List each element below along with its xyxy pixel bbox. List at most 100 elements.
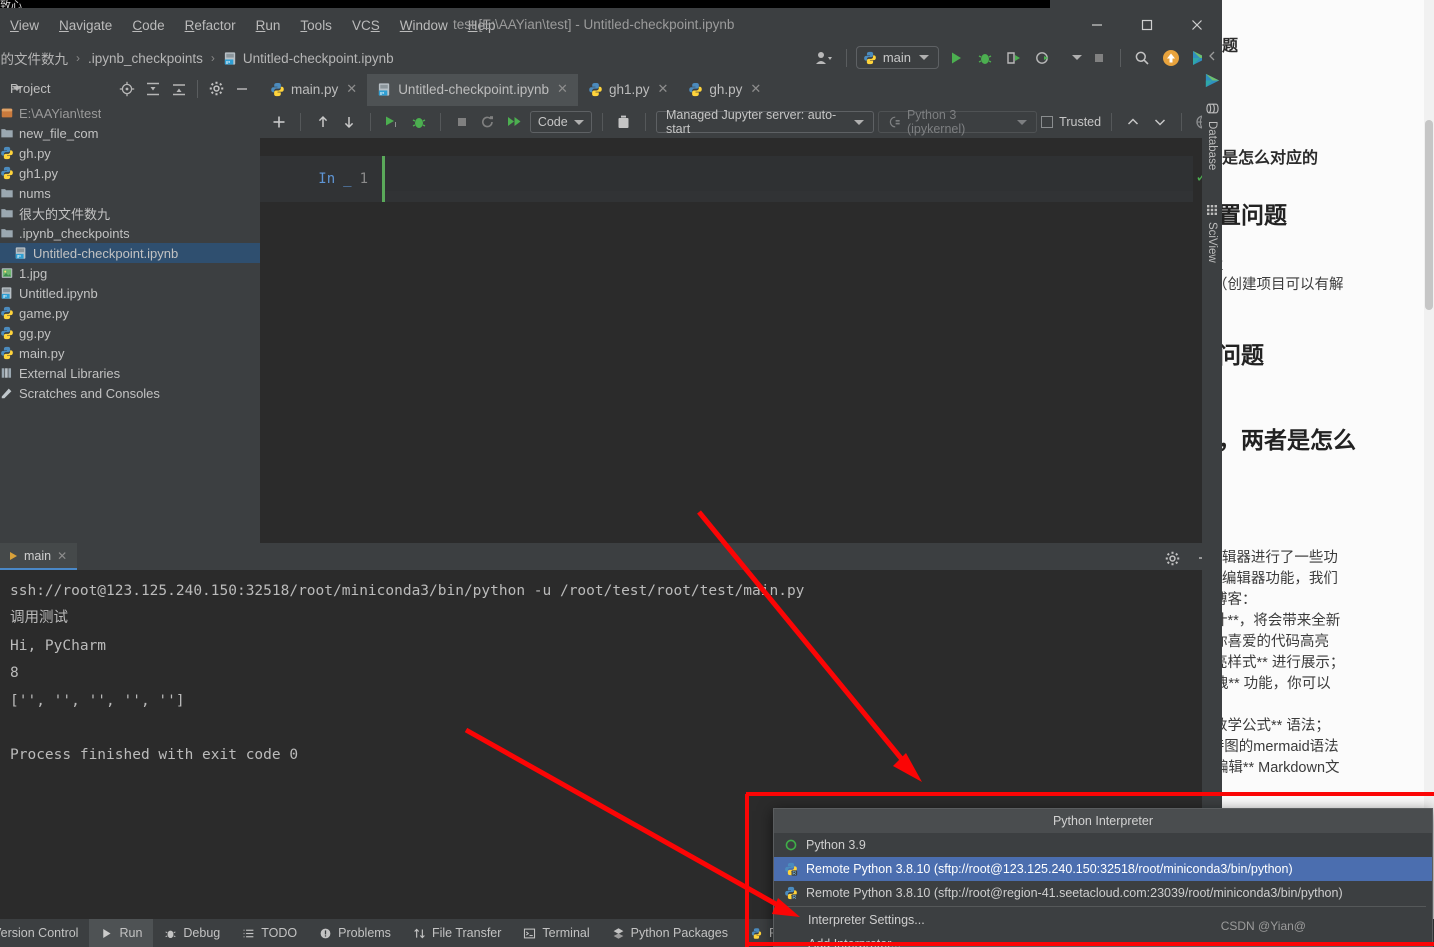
close-icon[interactable]: ✕ (557, 81, 568, 97)
python-packages-icon (613, 927, 624, 939)
editor-tab[interactable]: IP Untitled-checkpoint.ipynb ✕ (367, 74, 578, 106)
right-strip-label: Database (1206, 121, 1218, 171)
popup-item[interactable]: Interpreter Settings... (774, 908, 1432, 932)
trash-icon[interactable] (613, 110, 635, 134)
cell-type-select[interactable]: Code (529, 111, 592, 133)
cell-code-input[interactable] (385, 167, 1193, 191)
tree-item[interactable]: Scratches and Consoles (0, 383, 260, 403)
menu-item-tools[interactable]: Tools (290, 17, 342, 34)
project-tree[interactable]: E:\AAYian\test new_file_com gh.py gh1.py num… (0, 103, 260, 543)
profile-icon[interactable] (1031, 46, 1055, 70)
checkbox-box[interactable] (1041, 116, 1054, 128)
run-tab-main[interactable]: main ✕ (0, 543, 78, 570)
editor-tab-bar[interactable]: main.py ✕ IP Untitled-checkpoint.ipynb ✕ gh1.… (260, 74, 1222, 106)
menu-item-run[interactable]: Run (246, 17, 291, 34)
tree-item[interactable]: IP Untitled-checkpoint.ipynb (0, 243, 260, 263)
tool-window-button-version-control[interactable]: Version Control (0, 919, 89, 947)
tool-window-button-terminal[interactable]: Terminal (512, 919, 600, 947)
popup-item[interactable]: R Remote Python 3.8.10 (sftp://root@regio… (774, 881, 1432, 905)
jupyter-run-icon[interactable] (1200, 68, 1224, 92)
locate-icon[interactable] (115, 77, 139, 101)
breadcrumb[interactable]: 个很大的文件数九›.ipynb_checkpoints›IPUntitled-c… (0, 48, 402, 68)
tool-window-button-file-transfer[interactable]: File Transfer (402, 919, 512, 947)
right-strip-item-sciview[interactable]: SciView (1206, 204, 1218, 263)
run-coverage-icon[interactable] (1002, 46, 1026, 70)
tree-item[interactable]: External Libraries (0, 363, 260, 383)
menu-bar[interactable]: View Navigate Code Refactor Run Tools VCS Windo… (0, 16, 506, 34)
update-icon[interactable] (1159, 46, 1183, 70)
tree-item[interactable]: gh1.py (0, 163, 260, 183)
tree-item[interactable]: new_file_com (0, 123, 260, 143)
tree-item[interactable]: E:\AAYian\test (0, 103, 260, 123)
editor-tab[interactable]: main.py ✕ (260, 74, 367, 106)
breadcrumb-item[interactable]: 个很大的文件数九 (0, 48, 76, 68)
menu-item-code[interactable]: Code (122, 17, 174, 34)
editor-tab[interactable]: gh.py ✕ (678, 74, 771, 106)
editor-tab-label: main.py (291, 81, 339, 97)
next-cell-icon[interactable] (1148, 110, 1170, 134)
tree-item[interactable]: nums (0, 183, 260, 203)
project-panel-title[interactable]: Project (10, 81, 50, 96)
collapse-strip-icon[interactable] (1200, 44, 1224, 68)
python-interpreter-popup[interactable]: Python Interpreter Python 3.9 R Remote Pyt… (773, 808, 1433, 947)
breadcrumb-item[interactable]: IP Untitled-checkpoint.ipynb (215, 51, 402, 66)
debug-icon[interactable] (973, 46, 997, 70)
kernel-select[interactable]: Python 3 (ipykernel) (878, 108, 1038, 136)
collapse-all-icon[interactable] (167, 77, 191, 101)
popup-item[interactable]: Python 3.9 (774, 833, 1432, 857)
move-cell-up-button[interactable] (311, 110, 333, 134)
gear-icon[interactable] (204, 77, 228, 101)
close-icon[interactable]: ✕ (57, 549, 67, 563)
run-all-cells-icon[interactable] (503, 110, 525, 134)
tool-window-button-debug[interactable]: Debug (153, 919, 231, 947)
tree-item[interactable]: IP Untitled.ipynb (0, 283, 260, 303)
close-icon[interactable]: ✕ (346, 81, 357, 97)
tree-item[interactable]: gh.py (0, 143, 260, 163)
menu-item-window[interactable]: Window (390, 17, 458, 34)
tree-item[interactable]: gg.py (0, 323, 260, 343)
popup-item-list[interactable]: Python 3.9 R Remote Python 3.8.10 (sftp://… (774, 833, 1432, 947)
markdown-preview-pane[interactable]: 释器的配置问题夹映射问题文件后，两者是怎么对应的释器的配置问题arm解释器配置创… (1222, 0, 1434, 919)
tree-item[interactable]: 很大的文件数九 (0, 203, 260, 223)
maximize-icon[interactable] (1122, 8, 1172, 41)
popup-item[interactable]: R Remote Python 3.8.10 (sftp://root@123.1… (774, 857, 1432, 881)
chevron-down-icon[interactable] (1072, 55, 1082, 60)
editor-tab[interactable]: gh1.py ✕ (578, 74, 678, 106)
window-controls[interactable] (1072, 8, 1222, 41)
add-cell-button[interactable] (268, 110, 290, 134)
markdown-scrollbar[interactable] (1424, 0, 1434, 919)
search-icon[interactable] (1130, 46, 1154, 70)
right-strip-item-database[interactable]: Database (1205, 102, 1219, 171)
debug-cell-icon[interactable] (407, 110, 429, 134)
tool-window-button-run[interactable]: Run (89, 919, 154, 947)
expand-all-icon[interactable] (141, 77, 165, 101)
tree-item[interactable]: .ipynb_checkpoints (0, 223, 260, 243)
run-configuration-selector[interactable]: main (855, 46, 939, 69)
tree-item[interactable]: game.py (0, 303, 260, 323)
jupyter-server-select[interactable]: Managed Jupyter server: auto-start (655, 108, 875, 136)
minimize-icon[interactable] (1072, 8, 1122, 41)
notebook-cell[interactable]: In _ 1 (260, 156, 1193, 206)
tool-window-button-problems[interactable]: Problems (308, 919, 402, 947)
close-icon[interactable]: ✕ (750, 81, 761, 97)
menu-item-refactor[interactable]: Refactor (175, 17, 246, 34)
tool-window-button-todo[interactable]: TODO (231, 919, 308, 947)
trusted-checkbox[interactable]: Trusted (1041, 115, 1101, 129)
previous-cell-icon[interactable] (1122, 110, 1144, 134)
run-icon[interactable] (944, 46, 968, 70)
run-cell-icon[interactable]: I (381, 110, 403, 134)
menu-item-navigate[interactable]: Navigate (49, 17, 122, 34)
tree-item[interactable]: 1.jpg (0, 263, 260, 283)
menu-item-view[interactable]: View (0, 17, 49, 34)
hide-icon[interactable] (230, 77, 254, 101)
toolbar-divider (300, 113, 302, 131)
popup-item[interactable]: Add Interpreter... (774, 932, 1432, 947)
menu-item-vcs[interactable]: VCS (342, 17, 390, 34)
user-avatar-icon[interactable] (813, 46, 837, 70)
close-icon[interactable]: ✕ (657, 81, 668, 97)
gear-icon[interactable] (1160, 546, 1184, 570)
breadcrumb-item[interactable]: .ipynb_checkpoints (80, 51, 211, 66)
tree-item[interactable]: main.py (0, 343, 260, 363)
move-cell-down-button[interactable] (338, 110, 360, 134)
tool-window-button-python-packages[interactable]: Python Packages (601, 919, 739, 947)
